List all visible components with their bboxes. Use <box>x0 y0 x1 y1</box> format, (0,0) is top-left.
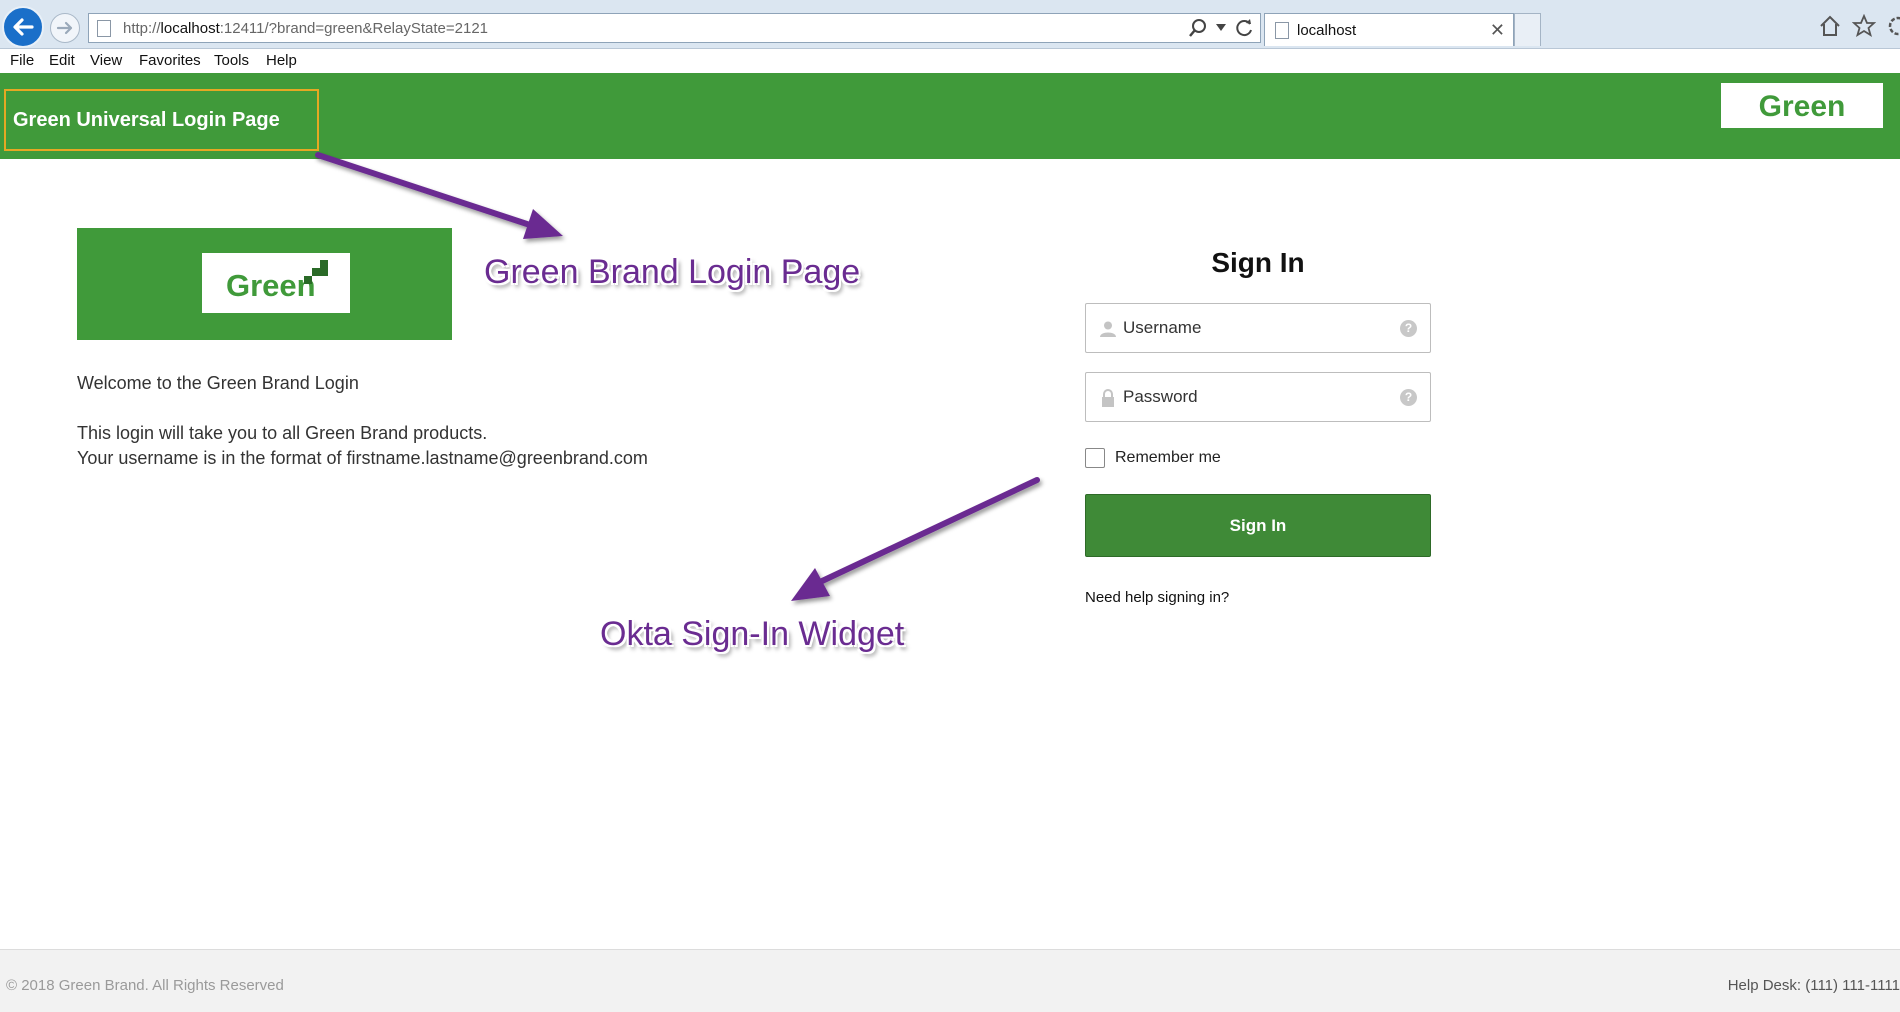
brand-annotation-arrow <box>315 152 563 239</box>
copyright-text: © 2018 Green Brand. All Rights Reserved <box>6 977 284 994</box>
page-footer: © 2018 Green Brand. All Rights Reserved … <box>0 949 1900 1012</box>
helpdesk-text: Help Desk: (111) 111-1111 <box>1727 977 1900 994</box>
annotation-okta-widget: Okta Sign-In Widget <box>600 615 905 653</box>
annotation-arrows <box>315 152 1040 601</box>
annotation-brand-page: Green Brand Login Page <box>484 253 861 291</box>
okta-annotation-arrow <box>791 477 1040 601</box>
